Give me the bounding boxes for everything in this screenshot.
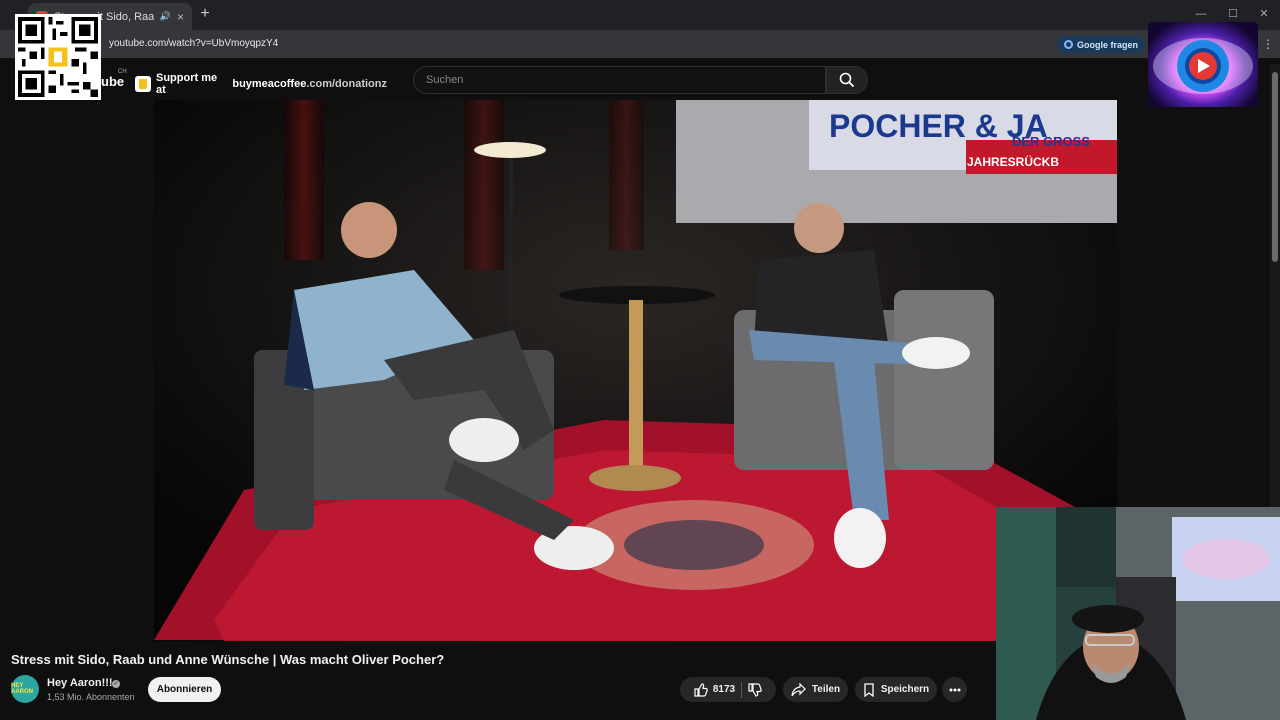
- channel-avatar[interactable]: HEY AARON: [11, 675, 39, 703]
- minimize-button[interactable]: —: [1193, 6, 1209, 22]
- video-title: Stress mit Sido, Raab und Anne Wünsche |…: [11, 652, 445, 667]
- country-code: CH: [118, 69, 127, 75]
- screen-year-text: JAHRESRÜCKB: [967, 154, 1059, 169]
- support-banner: Support me at buymeacoffee.com/donationz: [135, 72, 387, 96]
- search-icon: [839, 72, 855, 88]
- speaker-icon[interactable]: 🔊: [160, 11, 171, 22]
- youtube-logo-text[interactable]: ube: [101, 74, 124, 89]
- thumbs-up-icon: [694, 682, 708, 697]
- dislike-button[interactable]: [748, 682, 762, 697]
- thumbs-down-icon: [748, 682, 762, 697]
- like-divider: [741, 681, 743, 698]
- google-ask-button[interactable]: Google fragen: [1057, 36, 1146, 53]
- streamer-webcam: [996, 507, 1280, 720]
- google-ask-label: Google fragen: [1077, 39, 1139, 50]
- bookmark-icon: [864, 682, 874, 697]
- share-arrow-icon: [791, 682, 806, 696]
- like-button[interactable]: 8173: [694, 682, 736, 697]
- new-tab-button[interactable]: +: [196, 5, 214, 23]
- video-player[interactable]: POCHER & JA DER GROSS JAHRESRÜCKB: [154, 100, 1117, 641]
- eye-play-icon: [1153, 38, 1253, 94]
- tab-close-button[interactable]: ×: [177, 10, 184, 24]
- save-label: Speichern: [880, 684, 930, 695]
- video-frame: POCHER & JA DER GROSS JAHRESRÜCKB: [154, 100, 1117, 641]
- search-box[interactable]: [413, 66, 826, 94]
- coffee-cup-icon: [135, 76, 151, 92]
- more-dots-icon: [949, 688, 960, 691]
- support-domain: buymeacoffee.com/donationz: [232, 78, 387, 90]
- subscriber-count: 1,53 Mio. Abonnenten: [47, 692, 135, 702]
- more-actions-button[interactable]: [942, 677, 967, 702]
- share-button[interactable]: Teilen: [783, 677, 848, 702]
- verified-badge-icon: ✓: [112, 680, 120, 688]
- page-scrollbar-thumb[interactable]: [1272, 72, 1278, 262]
- screen-sub-text: DER GROSS: [1012, 134, 1090, 149]
- search-button[interactable]: [826, 66, 868, 94]
- search-input[interactable]: [414, 67, 825, 93]
- qr-code-icon: [18, 17, 98, 97]
- google-lens-icon: [1064, 40, 1073, 49]
- like-count: 8173: [712, 684, 736, 695]
- subscribe-button[interactable]: Abonnieren: [148, 677, 221, 702]
- url-field[interactable]: youtube.com/watch?v=UbVmoyqpzY4: [109, 38, 278, 49]
- close-window-button[interactable]: ✕: [1256, 6, 1272, 22]
- webcam-image: [996, 507, 1280, 720]
- channel-name[interactable]: Hey Aaron!!!: [47, 677, 113, 689]
- share-label: Teilen: [811, 684, 841, 695]
- support-prefix: Support me at: [156, 72, 218, 96]
- eye-logo-overlay: [1148, 22, 1258, 107]
- save-button[interactable]: Speichern: [855, 677, 937, 702]
- like-dislike-group: 8173: [680, 677, 776, 702]
- qr-code-overlay: [15, 14, 101, 100]
- browser-menu-icon[interactable]: ⋮: [1262, 37, 1274, 51]
- maximize-button[interactable]: ☐: [1225, 6, 1241, 22]
- browser-tab-bar: [0, 0, 1280, 30]
